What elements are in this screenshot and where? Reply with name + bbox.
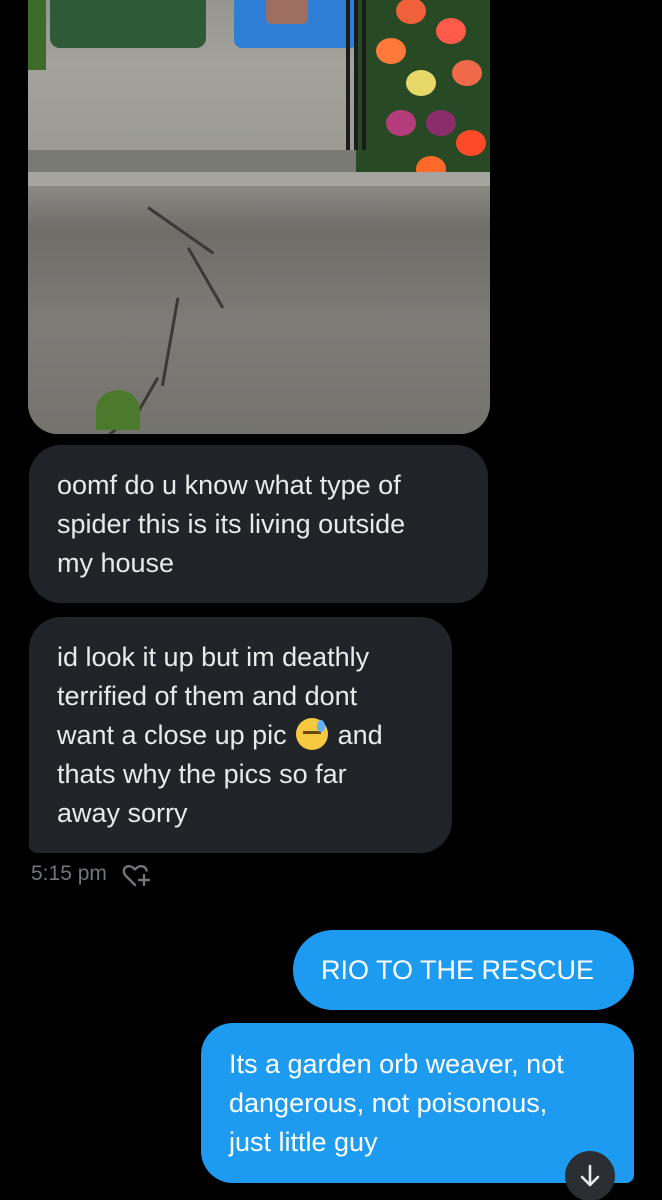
photo-fence [346, 0, 370, 150]
photo-flower-bed [356, 0, 490, 190]
dm-conversation-screen: oomf do u know what type of spider this … [0, 0, 662, 1200]
message-timestamp: 5:15 pm [31, 862, 107, 885]
downcast-face-with-sweat-icon [296, 717, 329, 750]
received-message-bubble[interactable]: id look it up but im deathly terrified o… [29, 617, 452, 853]
message-text: RIO TO THE RESCUE [321, 954, 595, 985]
message-text: Its a garden orb weaver, not dangerous, … [229, 1048, 564, 1157]
sent-message-bubble[interactable]: RIO TO THE RESCUE [293, 930, 634, 1010]
photo-weed [96, 390, 140, 430]
message-text: oomf do u know what type of spider this … [57, 469, 406, 578]
photo-attachment[interactable] [28, 0, 490, 434]
photo-blue-bin [234, 0, 358, 48]
add-reaction-icon[interactable] [122, 863, 152, 889]
photo-green-bin [50, 0, 206, 48]
message-text: id look it up but im deathly terrified o… [57, 638, 383, 833]
scroll-to-bottom-button[interactable] [565, 1151, 615, 1200]
received-message-bubble[interactable]: oomf do u know what type of spider this … [29, 445, 488, 603]
sent-message-bubble[interactable]: Its a garden orb weaver, not dangerous, … [201, 1023, 634, 1183]
arrow-down-icon [580, 1164, 600, 1187]
photo-concrete-wall [28, 186, 490, 434]
photo-grass [28, 0, 46, 70]
